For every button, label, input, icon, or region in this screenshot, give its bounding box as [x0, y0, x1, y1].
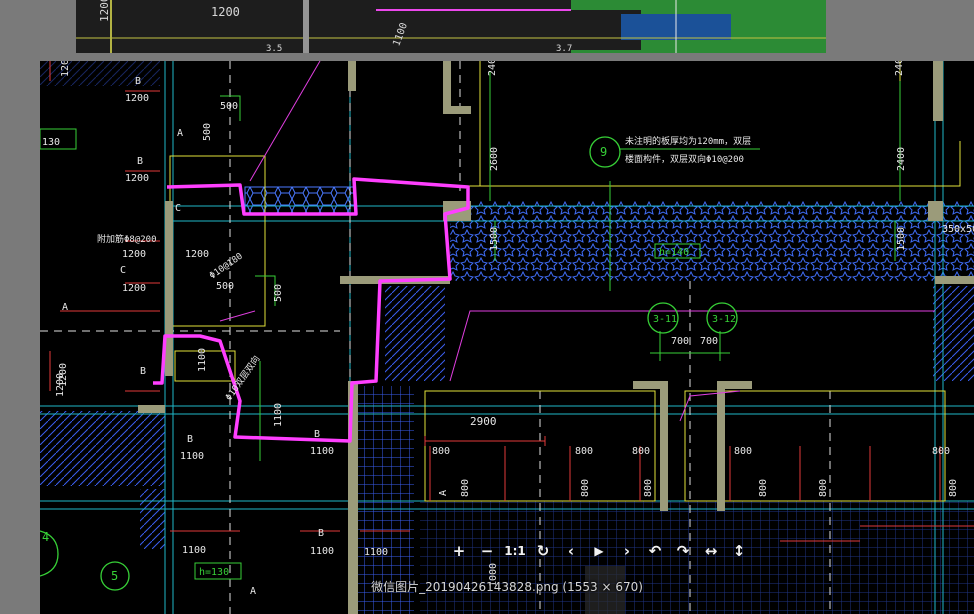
zoom-in-button[interactable]: + — [447, 539, 471, 563]
wall-hatch-3 — [40, 61, 160, 86]
label-l39: h=130 — [199, 567, 229, 578]
label-l14: 500 — [273, 284, 284, 302]
label-l15: A — [62, 302, 68, 313]
label-l04: B — [137, 156, 143, 167]
label-l46: 9 — [600, 145, 607, 159]
label-l16: 1200 — [122, 283, 146, 294]
label-l41: B — [318, 528, 324, 539]
label-l29: 800 — [932, 446, 950, 457]
image-viewer[interactable]: B 1200 130 B 1200 500 500 A C 1200 1200 … — [40, 61, 974, 614]
note-n4: Φ10@180 — [208, 252, 245, 282]
label-l50: 1200 — [55, 373, 66, 397]
play-button[interactable]: ▶ — [587, 539, 611, 563]
wall-hatch-4 — [933, 286, 974, 381]
label-l27: 800 — [632, 446, 650, 457]
label-l06: 500 — [220, 101, 238, 112]
label-l22: B — [314, 429, 320, 440]
cad-drawing[interactable]: B 1200 130 B 1200 500 500 A C 1200 1200 … — [40, 61, 974, 614]
label-l12: C — [120, 265, 126, 276]
label-l24: 2900 — [470, 415, 497, 428]
flip-horizontal-button[interactable]: ↔ — [699, 539, 723, 563]
label-l56: 800 — [580, 479, 591, 497]
label-l49: 120 — [60, 61, 71, 77]
label-l03: 130 — [42, 137, 60, 148]
background-window: 1200 1200 1100 3.5 3.7 — [76, 0, 826, 53]
slab-hatch-1 — [244, 186, 356, 216]
label-l25: 800 — [432, 446, 450, 457]
image-caption: 微信图片_20190426143828.png (1553 × 670) — [371, 580, 643, 594]
label-l07: 500 — [202, 123, 213, 141]
label-l01: B — [135, 76, 141, 87]
label-l42: 1100 — [310, 546, 334, 557]
note-n1: 未注明的板厚均为120mm，双层 — [625, 135, 751, 147]
note-n3: 附加筋Φ8@200 — [97, 233, 157, 245]
label-l20: B — [187, 434, 193, 445]
back-label-a: 1200 — [211, 5, 240, 19]
label-l05: 1200 — [125, 173, 149, 184]
flip-vertical-button[interactable]: ↕ — [727, 539, 751, 563]
next-button[interactable]: › — [615, 539, 639, 563]
label-l10: 1200 — [185, 249, 209, 260]
previous-button[interactable]: ‹ — [559, 539, 583, 563]
label-l11: 1200 — [122, 249, 146, 260]
rotate-right-button[interactable]: ↷ — [671, 539, 695, 563]
label-l60: 800 — [948, 479, 959, 497]
label-l59: 800 — [818, 479, 829, 497]
label-l34: 1500 — [489, 227, 500, 251]
label-l32: 2400 — [487, 61, 498, 76]
refresh-button[interactable]: ↻ — [531, 539, 555, 563]
back-label-b: 1200 — [98, 0, 111, 22]
label-l57: 800 — [643, 479, 654, 497]
label-l08: A — [177, 128, 183, 139]
label-l38: h=140 — [659, 247, 689, 258]
label-l28: 800 — [734, 446, 752, 457]
label-l48: 3-12 — [712, 314, 736, 325]
label-l19: 1100 — [197, 348, 208, 372]
label-l36: 2400 — [894, 61, 905, 76]
actual-size-button[interactable]: 1:1 — [503, 539, 527, 563]
label-l02: 1200 — [125, 93, 149, 104]
label-l33: 2600 — [489, 147, 500, 171]
label-l17: B — [140, 366, 146, 377]
label-l51: 350x500 — [942, 224, 974, 235]
label-l52: 1100 — [364, 547, 388, 558]
label-l37: 2400 — [896, 147, 907, 171]
background-drawing: 1200 1200 1100 3.5 3.7 — [76, 0, 826, 53]
label-l30: 700 — [671, 336, 689, 347]
label-l44: 4 — [42, 530, 49, 544]
wall-hatch-2 — [40, 411, 165, 486]
label-l58: 800 — [758, 479, 769, 497]
wall-hatch-1 — [385, 286, 445, 381]
label-l53: A — [438, 490, 449, 496]
label-l26: 800 — [575, 446, 593, 457]
note-n2: 楼面构件，双层双向Φ10@200 — [625, 153, 744, 165]
viewer-toolbar: + − 1:1 ↻ ‹ ▶ › ↶ ↷ ↔ ↕ — [447, 538, 751, 564]
label-l35: 1500 — [896, 227, 907, 251]
label-l13: 500 — [216, 281, 234, 292]
label-l31: 700 — [700, 336, 718, 347]
label-l09: C — [175, 203, 181, 214]
wall-hatch-5 — [140, 489, 165, 549]
label-l23: 1100 — [310, 446, 334, 457]
back-label-d: 3.5 — [266, 44, 282, 53]
rotate-left-button[interactable]: ↶ — [643, 539, 667, 563]
back-label-e: 3.7 — [556, 44, 572, 53]
note-n5: Φ10双层双向 — [223, 353, 263, 403]
label-l47: 3-11 — [653, 314, 677, 325]
label-l21: 1100 — [180, 451, 204, 462]
label-l40: 1100 — [182, 545, 206, 556]
zoom-out-button[interactable]: − — [475, 539, 499, 563]
label-l61: 1100 — [273, 403, 284, 427]
label-l55: 800 — [460, 479, 471, 497]
